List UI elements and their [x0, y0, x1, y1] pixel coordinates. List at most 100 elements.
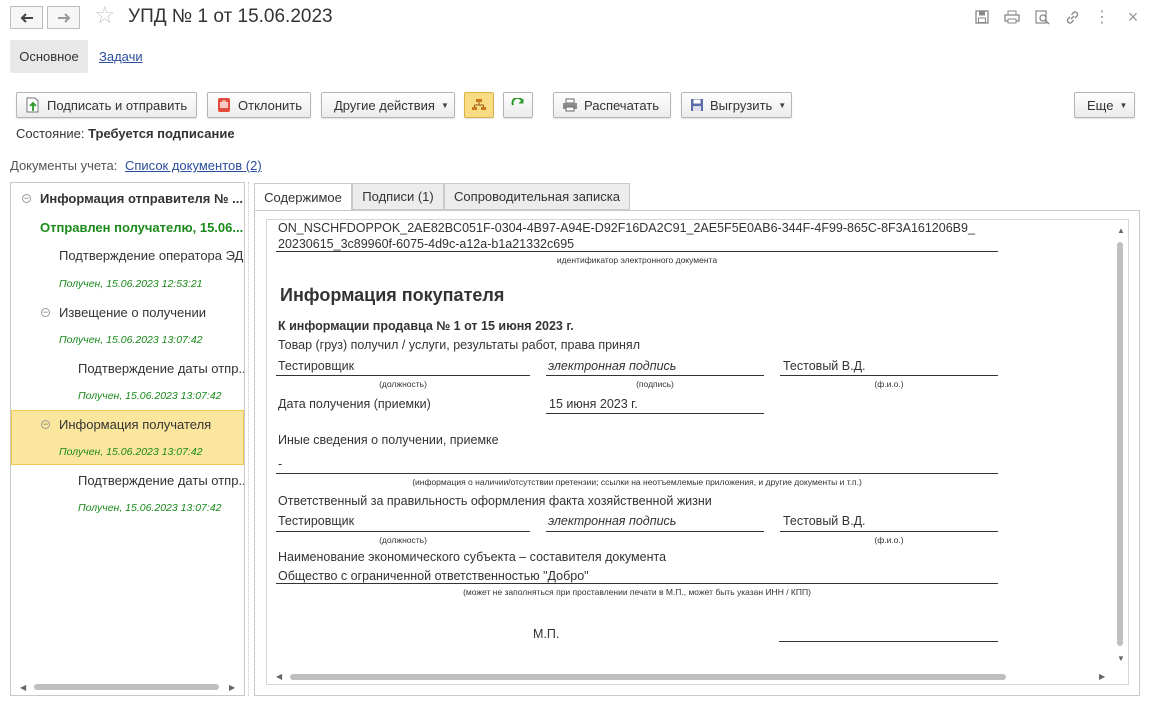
forward-button[interactable]: [47, 6, 80, 29]
close-icon[interactable]: ×: [1124, 7, 1142, 27]
doc-id-caption: идентификатор электронного документа: [556, 255, 718, 265]
status-label: Состояние:: [16, 126, 85, 141]
more-vertical-icon[interactable]: ⋮: [1093, 8, 1111, 26]
favorite-star-icon[interactable]: ☆: [94, 4, 116, 28]
scroll-right-icon[interactable]: ▶: [1099, 672, 1105, 681]
back-button[interactable]: [10, 6, 43, 29]
stamp-label: М.П.: [533, 627, 560, 641]
document-vscrollbar[interactable]: [1117, 242, 1123, 646]
print-label: Распечатать: [584, 97, 660, 113]
hierarchy-icon: [472, 99, 486, 110]
tree-item[interactable]: Подтверждение даты отпр...: [78, 473, 244, 488]
tree-item[interactable]: Извещение о получении: [59, 305, 244, 320]
scroll-right-icon[interactable]: ▶: [229, 683, 235, 692]
signature-value: электронная подпись: [548, 359, 677, 373]
other-info-caption: (информация о наличии/отсутствии претенз…: [412, 477, 862, 487]
chevron-down-icon: ▼: [1119, 100, 1128, 110]
more-label: Еще: [1087, 97, 1114, 113]
name-caption-2: (ф.и.о.): [874, 535, 904, 545]
export-button[interactable]: Выгрузить ▼: [681, 92, 792, 118]
date-label: Дата получения (приемки): [278, 397, 431, 411]
document-tree[interactable]: − Информация отправителя № ... Отправлен…: [10, 182, 245, 696]
accounting-docs: Документы учета: Список документов (2): [10, 158, 262, 173]
doc-id-line2: 20230615_3c89960f-6075-4d9c-a12a-b1a2133…: [278, 237, 575, 251]
print-button[interactable]: Распечатать: [553, 92, 671, 118]
tab-main[interactable]: Основное: [10, 40, 88, 73]
refresh-icon: [511, 98, 524, 106]
preview-icon[interactable]: [1033, 8, 1051, 26]
sign-send-icon: [25, 97, 41, 113]
tab-content[interactable]: Содержимое: [254, 183, 352, 211]
scroll-left-icon[interactable]: ◀: [20, 683, 26, 692]
tree-item-selected[interactable]: Информация получателя: [59, 417, 244, 432]
chevron-down-icon: ▼: [440, 100, 449, 110]
responsible-label: Ответственный за правильность оформления…: [278, 494, 712, 508]
tree-hscrollbar[interactable]: [34, 684, 219, 690]
doc-received-text: Товар (груз) получил / услуги, результат…: [278, 338, 640, 352]
sign-send-button[interactable]: Подписать и отправить: [16, 92, 197, 118]
reject-button[interactable]: Отклонить: [207, 92, 311, 118]
name-value-2: Тестовый В.Д.: [783, 514, 866, 528]
scroll-up-icon[interactable]: ▲: [1117, 226, 1125, 235]
reject-label: Отклонить: [238, 97, 303, 113]
refresh-button[interactable]: [503, 92, 533, 118]
separator: [276, 251, 998, 252]
arrow-left-icon: [20, 12, 33, 23]
scroll-left-icon[interactable]: ◀: [276, 672, 282, 681]
tree-item-status: Получен, 15.06.2023 13:07:42: [78, 390, 222, 402]
window-title: УПД № 1 от 15.06.2023: [128, 6, 333, 27]
printer-icon: [562, 97, 578, 113]
other-actions-label: Другие действия: [334, 97, 435, 113]
tree-item[interactable]: Подтверждение оператора ЭДО: [59, 248, 244, 263]
print-icon[interactable]: [1003, 8, 1021, 26]
tab-tasks[interactable]: Задачи: [99, 49, 143, 64]
separator: [276, 375, 530, 376]
separator: [779, 641, 998, 642]
scroll-down-icon[interactable]: ▼: [1117, 654, 1125, 663]
tree-item-status: Получен, 15.06.2023 13:07:42: [78, 502, 222, 514]
other-info-label: Иные сведения о получении, приемке: [278, 433, 499, 447]
status-value: Требуется подписание: [88, 126, 235, 141]
sign-send-label: Подписать и отправить: [47, 97, 188, 113]
collapse-icon[interactable]: −: [41, 308, 50, 317]
tree-item-status: Получен, 15.06.2023 13:07:42: [59, 334, 203, 346]
doc-subheading: К информации продавца № 1 от 15 июня 202…: [278, 319, 574, 333]
position-caption: (должность): [379, 379, 427, 389]
documents-list-link[interactable]: Список документов (2): [125, 158, 262, 173]
tab-signatures[interactable]: Подписи (1): [352, 183, 444, 210]
signature-caption: (подпись): [636, 379, 674, 389]
tree-item[interactable]: Подтверждение даты отпр...: [78, 361, 244, 376]
chevron-down-icon: ▼: [778, 100, 787, 110]
position-value: Тестировщик: [278, 359, 355, 373]
hierarchy-toggle-button[interactable]: [464, 92, 494, 118]
tree-item[interactable]: Информация отправителя № ...: [40, 191, 244, 206]
separator: [276, 531, 530, 532]
tree-item-status: Получен, 15.06.2023 13:07:42: [59, 446, 203, 458]
export-label: Выгрузить: [710, 97, 773, 113]
position-value-2: Тестировщик: [278, 514, 355, 528]
name-value: Тестовый В.Д.: [783, 359, 866, 373]
tab-cover-note[interactable]: Сопроводительная записка: [444, 183, 630, 210]
entity-value: Общество с ограниченной ответственностью…: [278, 569, 589, 583]
entity-caption: (может не заполняться при проставлении п…: [463, 587, 811, 597]
tree-item-status: Получен, 15.06.2023 12:53:21: [59, 278, 203, 290]
document-hscrollbar[interactable]: [290, 674, 1006, 680]
separator: [546, 531, 764, 532]
separator: [276, 583, 998, 584]
more-button[interactable]: Еще ▼: [1074, 92, 1135, 118]
signature-value-2: электронная подпись: [548, 514, 677, 528]
floppy-icon: [690, 97, 704, 113]
tree-item-status: Отправлен получателю, 15.06....: [40, 220, 245, 235]
other-actions-button[interactable]: Другие действия ▼: [321, 92, 455, 118]
doc-id-line1: ON_NSCHFDOPPOK_2AE82BC051F-0304-4B97-A94…: [278, 221, 975, 235]
separator: [546, 413, 764, 414]
separator: [780, 375, 998, 376]
save-icon[interactable]: [973, 8, 991, 26]
accounting-docs-label: Документы учета:: [10, 158, 118, 173]
collapse-icon[interactable]: −: [22, 194, 31, 203]
date-value: 15 июня 2023 г.: [549, 397, 638, 411]
link-icon[interactable]: [1063, 8, 1081, 26]
collapse-icon[interactable]: −: [41, 420, 50, 429]
entity-label: Наименование экономического субъекта – с…: [278, 550, 667, 564]
panel-splitter[interactable]: [248, 182, 249, 696]
